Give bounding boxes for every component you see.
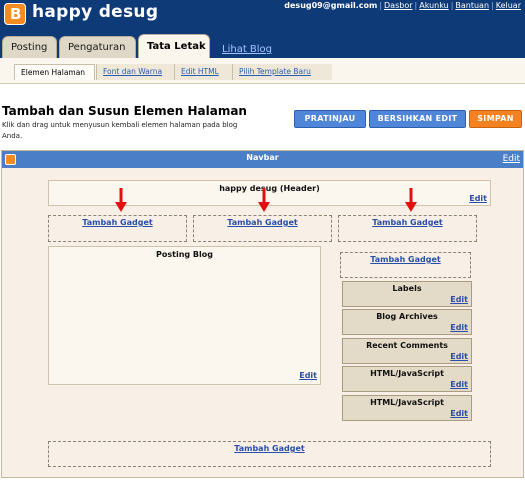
red-arrow-3 [405,188,417,212]
add-gadget-link[interactable]: Tambah Gadget [194,218,331,227]
add-gadget-link[interactable]: Tambah Gadget [341,255,470,264]
sub-navigation: Elemen Halaman Font dan Warna Edit HTML … [0,58,525,84]
blog-posts-gadget[interactable]: Posting Blog Edit [48,246,321,385]
layout-editor: Navbar Edit happy desug (Header) Edit Ta… [1,150,524,478]
widget-labels[interactable]: Labels Edit [342,281,472,307]
widget-edit-link[interactable]: Edit [450,380,468,389]
add-gadget-slot-3[interactable]: Tambah Gadget [338,215,477,242]
blog-posts-title: Posting Blog [156,250,213,259]
widget-title: Blog Archives [376,312,438,321]
add-gadget-link[interactable]: Tambah Gadget [49,444,490,453]
preview-button[interactable]: PRATINJAU [294,110,366,128]
user-links: desug09@gmail.com | Dasbor | Akunku | Bantuan |… [284,1,521,10]
widget-html-javascript-2[interactable]: HTML/JavaScript Edit [342,395,472,421]
widget-html-javascript-1[interactable]: HTML/JavaScript Edit [342,366,472,392]
tab-posting[interactable]: Posting [2,36,57,58]
widget-edit-link[interactable]: Edit [450,409,468,418]
clear-edits-button[interactable]: BERSIHKAN EDIT [369,110,466,128]
add-gadget-link[interactable]: Tambah Gadget [339,218,476,227]
link-bantuan[interactable]: Bantuan [455,1,489,10]
subtab-elemen-halaman[interactable]: Elemen Halaman [14,64,95,80]
top-header: B happy desug desug09@gmail.com | Dasbor | A… [0,0,525,64]
add-gadget-link[interactable]: Tambah Gadget [49,218,186,227]
widget-title: Recent Comments [366,341,448,350]
tab-pengaturan[interactable]: Pengaturan [59,36,136,58]
add-gadget-slot-1[interactable]: Tambah Gadget [48,215,187,242]
red-arrow-1 [115,188,127,212]
page-title: Tambah dan Susun Elemen Halaman [2,104,247,118]
subtab-edit-html[interactable]: Edit HTML [174,64,232,80]
save-button[interactable]: SIMPAN [469,110,522,128]
subtab-pilih-template-baru[interactable]: Pilih Template Baru [232,64,332,80]
widget-blog-archives[interactable]: Blog Archives Edit [342,309,472,335]
navbar-edit-link[interactable]: Edit [503,154,520,164]
add-gadget-slot-2[interactable]: Tambah Gadget [193,215,332,242]
widget-title: HTML/JavaScript [370,369,444,378]
red-arrow-2 [258,188,270,212]
widget-title: HTML/JavaScript [370,398,444,407]
subtab-font-dan-warna[interactable]: Font dan Warna [96,64,183,80]
blogger-b-glyph: B [10,5,22,23]
tab-tata-letak[interactable]: Tata Letak [138,34,210,58]
link-akunku[interactable]: Akunku [419,1,448,10]
widget-edit-link[interactable]: Edit [450,323,468,332]
user-email: desug09@gmail.com [284,1,378,10]
widget-edit-link[interactable]: Edit [450,295,468,304]
widget-recent-comments[interactable]: Recent Comments Edit [342,338,472,364]
link-dasbor[interactable]: Dasbor [384,1,413,10]
blogger-logo-icon[interactable]: B [4,3,26,25]
blog-posts-edit-link[interactable]: Edit [299,371,317,380]
navbar-element[interactable]: Navbar Edit [2,151,523,168]
widget-title: Labels [392,284,422,293]
widget-edit-link[interactable]: Edit [450,352,468,361]
footer-add-gadget-slot[interactable]: Tambah Gadget [48,441,491,467]
blog-title: happy desug [32,2,159,22]
navbar-title: Navbar [246,153,279,162]
page-description: Klik dan drag untuk menyusun kembali ele… [2,121,238,140]
link-keluar[interactable]: Keluar [496,1,521,10]
header-edit-link[interactable]: Edit [469,194,487,203]
sidebar-add-gadget-slot[interactable]: Tambah Gadget [340,252,471,278]
